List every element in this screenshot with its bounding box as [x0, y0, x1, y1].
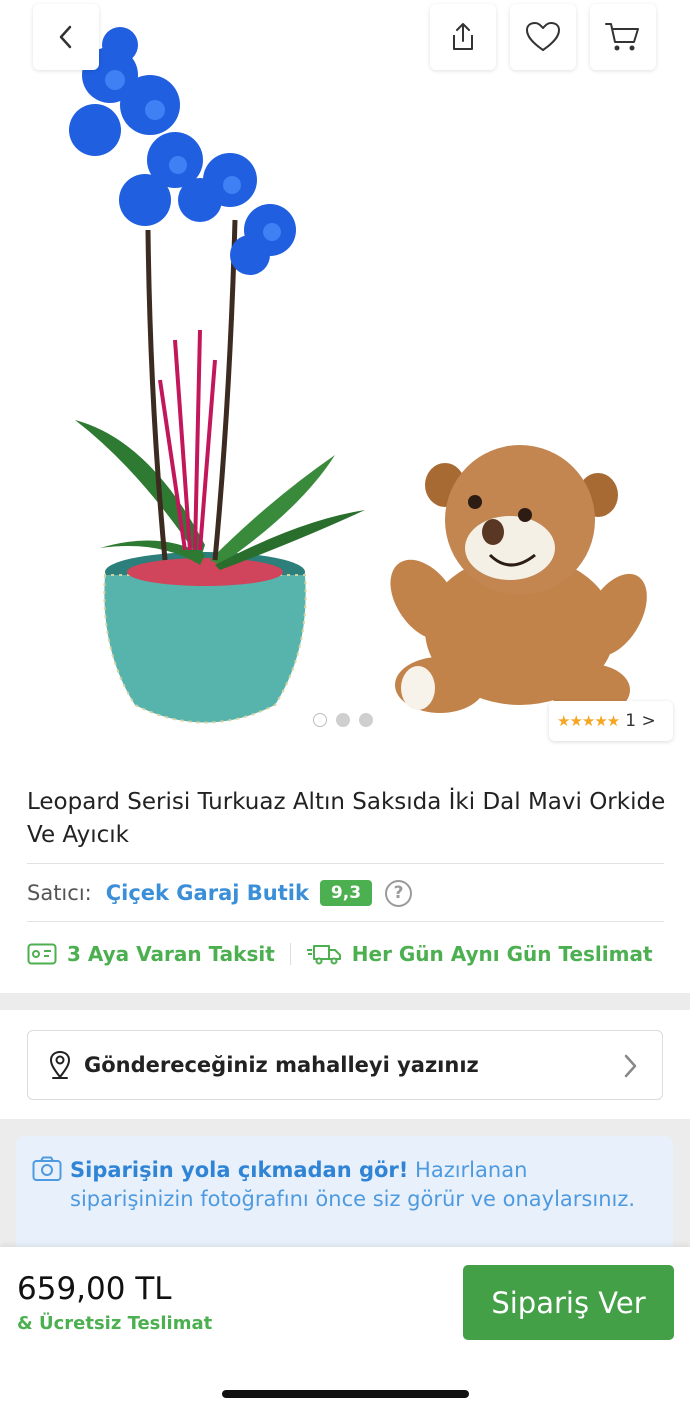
product-image-carousel[interactable]: ★★★★★ 1 >	[0, 0, 690, 758]
address-input[interactable]: Göndereceğiniz mahalleyi yazınız	[27, 1030, 663, 1100]
free-delivery-label: & Ücretsiz Teslimat	[17, 1313, 213, 1334]
rating-badge[interactable]: ★★★★★ 1 >	[549, 701, 673, 741]
star-rating-icon: ★★★★★	[557, 712, 620, 730]
address-placeholder: Göndereceğiniz mahalleyi yazınız	[84, 1053, 479, 1077]
carousel-dot[interactable]	[336, 713, 350, 727]
delivery-truck-icon	[306, 945, 341, 965]
section-separator	[0, 993, 690, 1010]
camera-icon	[32, 1156, 62, 1181]
seller-link[interactable]: Çiçek Garaj Butik	[106, 881, 309, 905]
order-button[interactable]: Sipariş Ver	[463, 1265, 674, 1340]
divider	[27, 863, 664, 864]
bottom-purchase-bar: 659,00 TL & Ücretsiz Teslimat Sipariş Ve…	[0, 1247, 690, 1413]
delivery-label: Her Gün Aynı Gün Teslimat	[351, 942, 653, 966]
seller-row: Satıcı: Çiçek Garaj Butik 9,3 ?	[27, 877, 413, 909]
delivery-feature: Her Gün Aynı Gün Teslimat	[306, 942, 653, 966]
cart-icon	[605, 23, 639, 51]
review-count: 1 >	[625, 711, 656, 731]
home-indicator[interactable]	[222, 1390, 469, 1398]
back-button[interactable]	[33, 4, 99, 70]
divider	[27, 921, 664, 922]
product-title: Leopard Serisi Turkuaz Altın Saksıda İki…	[27, 789, 666, 848]
location-pin-icon	[50, 1051, 70, 1079]
card-icon	[27, 943, 57, 965]
installment-feature: 3 Aya Varan Taksit	[27, 942, 275, 966]
divider	[289, 943, 291, 965]
chevron-left-icon	[59, 25, 72, 49]
product-photo	[69, 27, 647, 724]
share-icon	[453, 23, 473, 50]
seller-label: Satıcı:	[27, 881, 92, 905]
features-row: 3 Aya Varan Taksit Her Gün Aynı Gün Tesl…	[27, 938, 653, 970]
photo-notice-title: Siparişin yola çıkmadan gör!	[70, 1158, 409, 1182]
price: 659,00 TL	[17, 1271, 172, 1307]
question-circle-icon[interactable]: ?	[385, 879, 413, 907]
chevron-right-icon	[624, 1054, 637, 1078]
share-button[interactable]	[430, 4, 496, 70]
carousel-dot[interactable]	[359, 713, 373, 727]
carousel-indicator	[313, 713, 373, 727]
installment-label: 3 Aya Varan Taksit	[67, 942, 275, 966]
cart-button[interactable]	[590, 4, 656, 70]
photo-notice-text: Siparişin yola çıkmadan gör! Hazırlanan …	[70, 1156, 653, 1214]
carousel-dot[interactable]	[313, 713, 327, 727]
heart-icon	[526, 22, 560, 51]
seller-score-badge: 9,3	[319, 880, 373, 906]
favorite-button[interactable]	[510, 4, 576, 70]
